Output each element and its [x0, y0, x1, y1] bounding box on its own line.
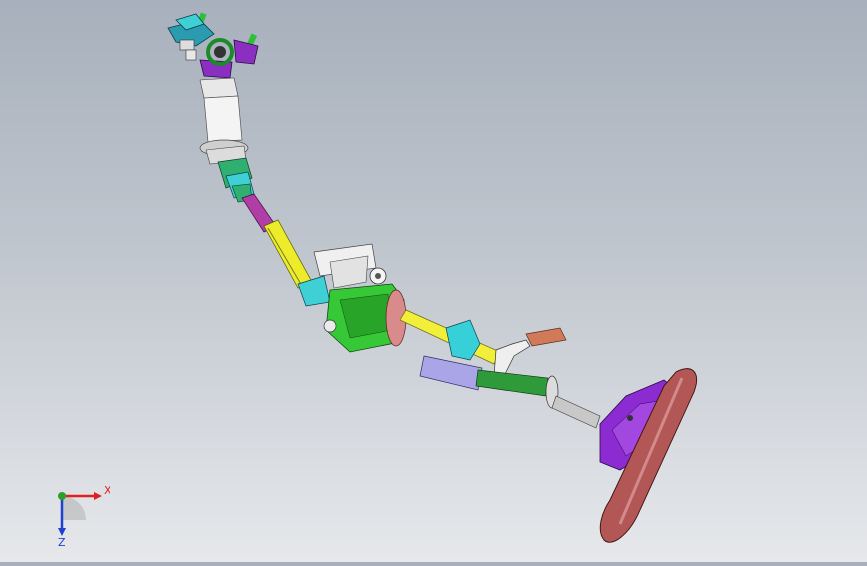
- upper-column-tube[interactable]: [199, 77, 249, 165]
- column-housing-assembly[interactable]: [297, 243, 407, 353]
- triad-plane-shading: [62, 496, 86, 520]
- x-axis-arrowhead: [94, 492, 102, 500]
- x-axis-label: X: [104, 484, 110, 497]
- upper-mount-assembly[interactable]: [167, 12, 259, 79]
- coordinate-triad: X Z: [40, 480, 112, 550]
- lower-column-tube[interactable]: [475, 369, 601, 429]
- z-axis-arrowhead: [58, 528, 66, 536]
- intermediate-shaft[interactable]: [241, 193, 313, 289]
- cad-3d-viewport[interactable]: X Z: [0, 0, 867, 562]
- y-axis-dot: [58, 492, 66, 500]
- steering-column-model[interactable]: [0, 0, 867, 562]
- steering-wheel[interactable]: [599, 368, 697, 543]
- upper-universal-joint[interactable]: [217, 157, 255, 203]
- z-axis-label: Z: [58, 536, 66, 549]
